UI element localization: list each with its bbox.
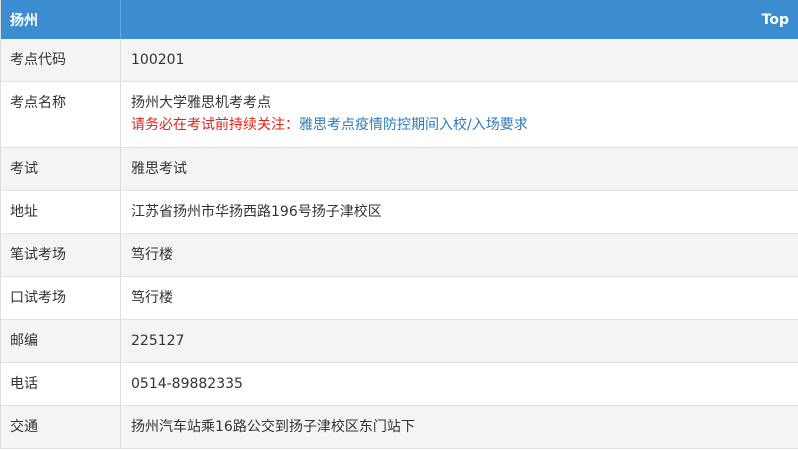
row-value-postcode: 225127	[131, 333, 185, 349]
row-label-speaking-venue: 口试考场	[1, 277, 121, 319]
row-value-exam: 雅思考试	[131, 161, 187, 177]
header-right: Top	[121, 0, 798, 39]
table-header: 扬州 Top	[1, 0, 798, 39]
row-value-code: 100201	[131, 52, 185, 68]
covid-notice: 请务必在考试前持续关注：雅思考点疫情防控期间入校/入场要求	[131, 115, 798, 136]
row-label-name: 考点名称	[1, 82, 121, 147]
table-row: 地址 江苏省扬州市华扬西路196号扬子津校区	[1, 191, 798, 234]
row-label-written-venue: 笔试考场	[1, 234, 121, 276]
row-value-name: 扬州大学雅思机考考点	[131, 95, 271, 111]
table-row: 电话 0514-89882335	[1, 363, 798, 406]
top-link[interactable]: Top	[762, 12, 789, 28]
notice-link[interactable]: 雅思考点疫情防控期间入校/入场要求	[299, 117, 528, 133]
row-label-transport: 交通	[1, 406, 121, 448]
table-row: 邮编 225127	[1, 320, 798, 363]
table-row: 考试 雅思考试	[1, 148, 798, 191]
city-title: 扬州	[1, 0, 121, 39]
row-value-transport: 扬州汽车站乘16路公交到扬子津校区东门站下	[131, 419, 415, 435]
row-value-name-cell: 扬州大学雅思机考考点 请务必在考试前持续关注：雅思考点疫情防控期间入校/入场要求	[121, 82, 798, 147]
row-label-postcode: 邮编	[1, 320, 121, 362]
row-value-speaking-venue: 笃行楼	[131, 290, 173, 306]
row-label-exam: 考试	[1, 148, 121, 190]
row-label-address: 地址	[1, 191, 121, 233]
row-value-address: 江苏省扬州市华扬西路196号扬子津校区	[131, 204, 382, 220]
table-row: 交通 扬州汽车站乘16路公交到扬子津校区东门站下	[1, 406, 798, 449]
table-row: 笔试考场 笃行楼	[1, 234, 798, 277]
table-row: 考点名称 扬州大学雅思机考考点 请务必在考试前持续关注：雅思考点疫情防控期间入校…	[1, 82, 798, 148]
table-row: 考点代码 100201	[1, 39, 798, 82]
row-value-phone: 0514-89882335	[131, 376, 243, 392]
row-value-written-venue: 笃行楼	[131, 247, 173, 263]
table-body: 考点代码 100201 考点名称 扬州大学雅思机考考点 请务必在考试前持续关注：…	[1, 39, 798, 449]
row-label-code: 考点代码	[1, 39, 121, 81]
table-row: 口试考场 笃行楼	[1, 277, 798, 320]
notice-text: 请务必在考试前持续关注：	[131, 117, 299, 133]
row-label-phone: 电话	[1, 363, 121, 405]
test-center-table: 扬州 Top 考点代码 100201 考点名称 扬州大学雅思机考考点 请务必在考…	[0, 0, 798, 449]
